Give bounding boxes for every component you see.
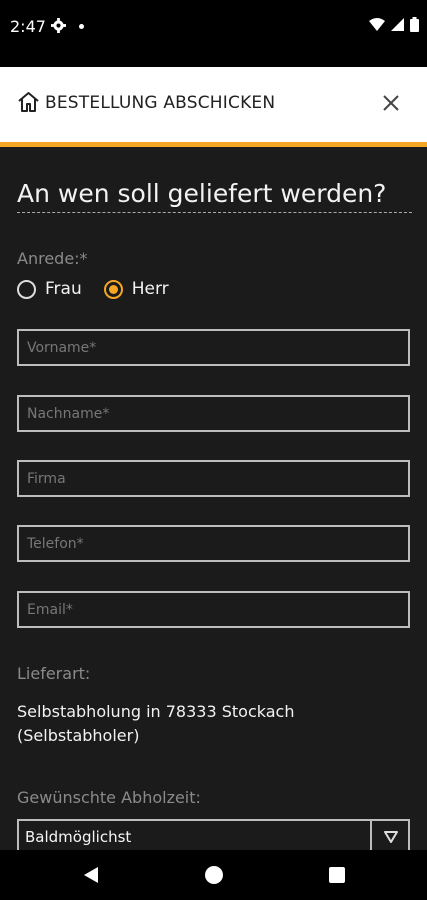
select-divider	[370, 821, 372, 850]
signal-icon	[391, 18, 404, 31]
home-icon	[18, 92, 39, 112]
company-field[interactable]	[17, 460, 410, 497]
status-time: 2:47	[10, 17, 46, 36]
dropdown-arrow-icon[interactable]	[384, 831, 398, 843]
recents-icon[interactable]	[329, 867, 345, 883]
status-bar: 2:47	[0, 0, 427, 67]
back-icon[interactable]	[82, 866, 100, 884]
salutation-radio-group: Frau Herr	[17, 279, 191, 299]
system-nav-bar	[0, 850, 427, 900]
first-name-field[interactable]	[17, 329, 410, 366]
home-nav-icon[interactable]	[205, 866, 223, 884]
battery-icon	[410, 17, 419, 32]
last-name-field[interactable]	[17, 395, 410, 432]
pickup-time-value: Baldmöglichst	[25, 828, 132, 846]
status-icons	[369, 17, 419, 32]
section-title: An wen soll geliefert werden?	[17, 179, 412, 213]
phone-field[interactable]	[17, 525, 410, 562]
wifi-icon	[369, 18, 385, 31]
header-title: BESTELLUNG ABSCHICKEN	[45, 93, 276, 113]
email-field[interactable]	[17, 591, 410, 628]
delivery-label: Lieferart:	[17, 664, 91, 683]
radio-frau-circle[interactable]	[17, 279, 36, 299]
radio-herr[interactable]: Herr	[103, 279, 169, 299]
radio-frau[interactable]: Frau	[17, 279, 82, 299]
notification-dot-icon	[79, 24, 84, 29]
settings-icon	[51, 18, 66, 33]
pickup-time-select[interactable]: Baldmöglichst	[17, 819, 410, 850]
delivery-value: Selbstabholung in 78333 Stockach (Selbst…	[17, 702, 295, 745]
radio-herr-label: Herr	[131, 279, 169, 299]
radio-frau-label: Frau	[45, 279, 82, 299]
order-form: An wen soll geliefert werden? Anrede:* F…	[0, 147, 427, 850]
pickup-time-label: Gewünschte Abholzeit:	[17, 788, 201, 807]
close-icon[interactable]	[380, 92, 402, 114]
salutation-label: Anrede:*	[17, 249, 88, 268]
radio-herr-circle[interactable]	[103, 279, 123, 299]
